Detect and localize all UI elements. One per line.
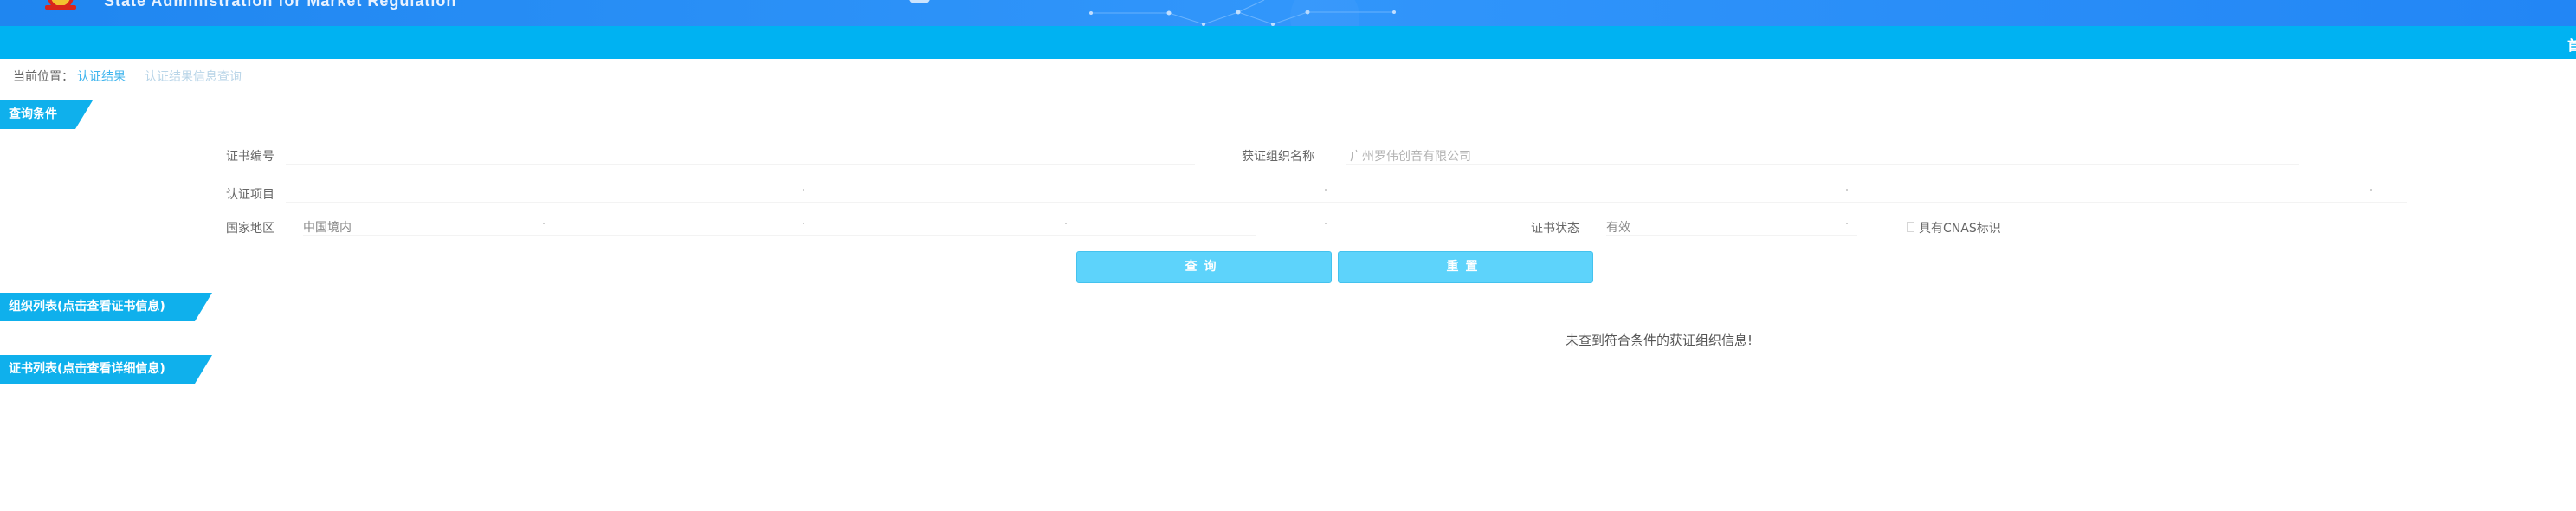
nav-bar: 首: [0, 26, 2576, 59]
cnas-checkbox[interactable]: [1907, 222, 1914, 232]
nav-item-home[interactable]: 首: [2567, 34, 2576, 55]
field-divider: [803, 223, 804, 224]
cert-project-input[interactable]: [286, 184, 2407, 203]
breadcrumb: 当前位置： 认证结果 认证结果信息查询: [13, 68, 242, 85]
field-divider: [1846, 189, 1848, 191]
field-divider: [1846, 223, 1848, 224]
breadcrumb-prefix: 当前位置：: [13, 70, 74, 84]
section-org-list-title: 组织列表(点击查看证书信息): [0, 293, 212, 321]
breadcrumb-link[interactable]: 认证结果: [77, 70, 126, 84]
breadcrumb-current: 认证结果信息查询: [145, 70, 242, 84]
section-query-title: 查询条件: [0, 100, 93, 129]
field-divider: [803, 189, 804, 191]
region-label: 国家地区: [226, 222, 274, 236]
cert-status-select[interactable]: 有效: [1606, 217, 1857, 236]
reset-button[interactable]: 重置: [1338, 251, 1593, 283]
network-pattern-icon: [1089, 0, 1396, 26]
org-name-label: 获证组织名称: [1242, 150, 1314, 164]
region-select[interactable]: 中国境内: [303, 217, 1256, 236]
field-divider: [1325, 223, 1327, 224]
cert-project-label: 认证项目: [226, 188, 274, 202]
field-divider: [2370, 189, 2372, 191]
org-name-input[interactable]: 广州罗伟创音有限公司: [1346, 146, 2299, 165]
cert-number-input[interactable]: [286, 146, 1195, 165]
section-cert-list-title: 证书列表(点击查看详细信息): [0, 355, 212, 384]
header-title: State Administration for Market Regulati…: [104, 0, 457, 10]
cert-status-label: 证书状态: [1531, 222, 1579, 236]
national-emblem-icon: [45, 0, 76, 10]
field-divider: [1325, 189, 1327, 191]
header-decoration: [909, 0, 930, 3]
field-divider: [1065, 223, 1067, 224]
cert-number-label: 证书编号: [226, 150, 274, 164]
query-button[interactable]: 查询: [1076, 251, 1332, 283]
cnas-label: 具有CNAS标识: [1919, 222, 2001, 236]
top-header: State Administration for Market Regulati…: [0, 0, 2576, 26]
field-divider: [543, 223, 545, 224]
empty-results-message: 未查到符合条件的获证组织信息!: [1566, 333, 1753, 348]
